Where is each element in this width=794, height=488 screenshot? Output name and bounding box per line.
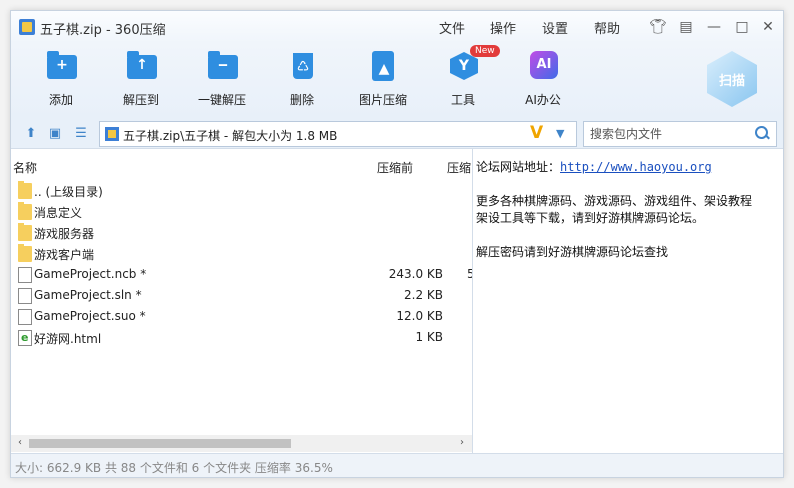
column-header: 名称 压缩前 压缩 xyxy=(11,157,472,176)
app-logo-icon xyxy=(19,19,35,35)
status-text: 大小: 662.9 KB 共 88 个文件和 6 个文件夹 压缩率 36.5% xyxy=(15,461,333,475)
scroll-left-icon[interactable]: ‹ xyxy=(14,437,26,449)
file-icon xyxy=(18,288,32,304)
file-row[interactable]: 好游网.html 1 KB xyxy=(11,327,472,348)
new-badge: New xyxy=(470,45,500,57)
menu-file[interactable]: 文件 xyxy=(439,18,465,37)
verified-icon: V xyxy=(530,123,544,143)
comment-line: 解压密码请到好游棋牌源码论坛查找 xyxy=(476,245,669,259)
file-row[interactable]: GameProject.ncb * 243.0 KB 5 xyxy=(11,264,472,285)
file-list: 名称 压缩前 压缩 .. (上级目录) 消息定义 游戏服务器 游戏客户端 Gam… xyxy=(11,149,473,453)
folder-icon xyxy=(18,223,32,241)
search-box xyxy=(583,121,777,147)
comment-line: 架设工具等下载，请到好游棋牌源码论坛。 xyxy=(476,211,705,225)
one-click-extract-button[interactable]: ‒ 一键解压 xyxy=(184,51,260,108)
scroll-thumb[interactable] xyxy=(29,439,291,448)
folder-icon xyxy=(18,202,32,220)
column-size[interactable]: 压缩前 xyxy=(377,159,413,176)
scroll-right-icon[interactable]: › xyxy=(456,437,468,449)
path-field[interactable]: 五子棋.zip\五子棋 - 解包大小为 1.8 MB V ▼ xyxy=(99,121,577,147)
file-icon xyxy=(18,309,32,325)
search-input[interactable] xyxy=(584,122,744,146)
tools-icon: Y New xyxy=(446,45,500,81)
comment-line: 更多各种棋牌源码、游戏源码、游戏组件、架设教程 xyxy=(476,194,753,208)
delete-icon: ♺ xyxy=(285,51,319,81)
menu-help[interactable]: 帮助 xyxy=(594,18,620,37)
extract-to-icon: ↑ xyxy=(124,51,158,81)
add-icon: + xyxy=(44,51,78,81)
file-row[interactable]: GameProject.suo * 12.0 KB xyxy=(11,306,472,327)
file-row[interactable]: 消息定义 xyxy=(11,201,472,222)
forum-line: 论坛网站地址：http://www.haoyou.org xyxy=(476,160,712,174)
tools-button[interactable]: Y New 工具 xyxy=(425,45,501,108)
file-icon xyxy=(18,267,32,283)
file-row[interactable]: GameProject.sln * 2.2 KB xyxy=(11,285,472,306)
file-row[interactable]: .. (上级目录) xyxy=(11,180,472,201)
menu-settings[interactable]: 设置 xyxy=(542,18,568,37)
image-compress-icon: ▲ xyxy=(366,51,400,81)
toolbar: + 添加 ↑ 解压到 ‒ 一键解压 ♺ 删除 ▲ 图片压缩 Y New 工具 A… xyxy=(11,43,783,119)
scan-button[interactable]: 扫描 xyxy=(707,51,757,107)
minimize-icon[interactable]: — xyxy=(705,18,723,36)
feedback-icon[interactable]: ▤ xyxy=(677,18,695,36)
skin-icon[interactable]: 👕︎ xyxy=(649,18,667,36)
add-button[interactable]: + 添加 xyxy=(23,51,99,108)
delete-button[interactable]: ♺ 删除 xyxy=(264,51,340,108)
search-icon[interactable] xyxy=(754,125,770,141)
path-text: 五子棋.zip\五子棋 - 解包大小为 1.8 MB xyxy=(123,129,338,143)
folder-icon xyxy=(18,244,32,262)
address-bar: ⬆︎ ▣ ☰ 五子棋.zip\五子棋 - 解包大小为 1.8 MB V ▼ xyxy=(11,119,783,149)
thumbnail-view-icon[interactable]: ▣ xyxy=(47,126,63,142)
title-bar: 五子棋.zip - 360压缩 文件 操作 设置 帮助 👕︎ ▤ — □ ✕ xyxy=(11,11,783,43)
app-window: 五子棋.zip - 360压缩 文件 操作 设置 帮助 👕︎ ▤ — □ ✕ +… xyxy=(10,10,784,478)
extract-to-button[interactable]: ↑ 解压到 xyxy=(103,51,179,108)
forum-link[interactable]: http://www.haoyou.org xyxy=(560,160,712,174)
ai-office-icon: AI xyxy=(526,51,560,81)
html-file-icon xyxy=(18,330,32,346)
archive-comment: 论坛网站地址：http://www.haoyou.org 更多各种棋牌源码、游戏… xyxy=(474,149,783,453)
ai-office-button[interactable]: AI AI办公 xyxy=(505,51,581,108)
folder-icon xyxy=(18,181,32,199)
image-compress-button[interactable]: ▲ 图片压缩 xyxy=(345,51,421,108)
window-title: 五子棋.zip - 360压缩 xyxy=(40,23,166,38)
horizontal-scrollbar[interactable]: ‹ › xyxy=(11,435,472,452)
column-packed[interactable]: 压缩 xyxy=(447,159,471,176)
column-name[interactable]: 名称 xyxy=(13,159,37,176)
maximize-icon[interactable]: □ xyxy=(733,18,751,36)
file-row[interactable]: 游戏客户端 xyxy=(11,243,472,264)
up-arrow-icon[interactable]: ⬆︎ xyxy=(23,126,39,142)
list-view-icon[interactable]: ☰ xyxy=(73,126,89,142)
status-bar: 大小: 662.9 KB 共 88 个文件和 6 个文件夹 压缩率 36.5% xyxy=(11,453,783,477)
close-icon[interactable]: ✕ xyxy=(759,18,777,36)
menu-operation[interactable]: 操作 xyxy=(490,18,516,37)
one-click-extract-icon: ‒ xyxy=(205,51,239,81)
chevron-down-icon[interactable]: ▼ xyxy=(556,127,564,140)
file-row[interactable]: 游戏服务器 xyxy=(11,222,472,243)
archive-icon xyxy=(105,127,119,141)
